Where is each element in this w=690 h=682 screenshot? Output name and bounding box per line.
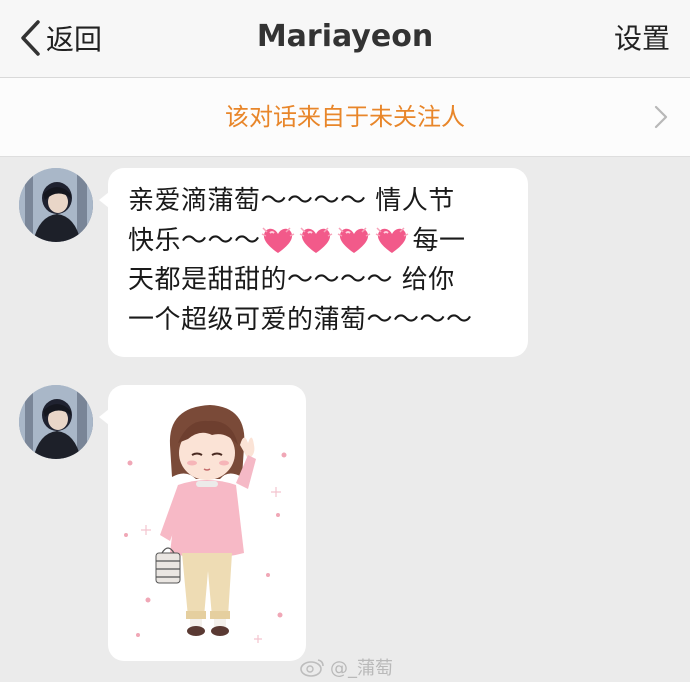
avatar[interactable] — [19, 168, 93, 242]
navigation-bar: 返回 Mariayeon 设置 — [0, 0, 690, 78]
avatar[interactable] — [19, 385, 93, 459]
heart-emoji-icon — [375, 226, 408, 253]
message-text: 亲爱滴蒲萄～～～～ 情人节 快乐～～～ 每一 天都是甜甜的～～～～ 给你 一个超级… — [128, 182, 518, 340]
stranger-notice-bar[interactable]: 该对话来自于未关注人 — [0, 78, 690, 157]
weibo-icon — [300, 659, 324, 677]
message-bubble[interactable]: 亲爱滴蒲萄～～～～ 情人节 快乐～～～ 每一 天都是甜甜的～～～～ 给你 一个超级… — [99, 168, 528, 357]
chevron-right-icon — [654, 105, 668, 129]
message-line: 亲爱滴蒲萄～～～～ 情人节 — [128, 186, 455, 216]
message-line: 一个超级可爱的蒲萄～～～～ — [128, 304, 473, 335]
message-line: 天都是甜甜的～～～～ 给你 — [128, 265, 455, 295]
sticker-bubble[interactable] — [99, 385, 306, 661]
message-segment: 每一 — [412, 225, 466, 256]
page-title: Mariayeon — [256, 19, 434, 54]
heart-emoji-icon — [261, 226, 294, 253]
notice-text: 该对话来自于未关注人 — [225, 103, 465, 131]
heart-emoji-group — [261, 226, 413, 256]
settings-button[interactable]: 设置 — [614, 18, 670, 60]
heart-emoji-icon — [299, 226, 332, 253]
heart-emoji-icon — [337, 226, 370, 253]
girl-sticker — [124, 405, 287, 643]
weibo-watermark: @_蒲萄 — [300, 654, 393, 680]
bubble-tail — [99, 192, 109, 208]
watermark-text: @_蒲萄 — [330, 658, 393, 679]
message-line: 快乐～～～ 每一 — [128, 222, 518, 262]
message-segment: 快乐～～～ — [128, 225, 261, 256]
